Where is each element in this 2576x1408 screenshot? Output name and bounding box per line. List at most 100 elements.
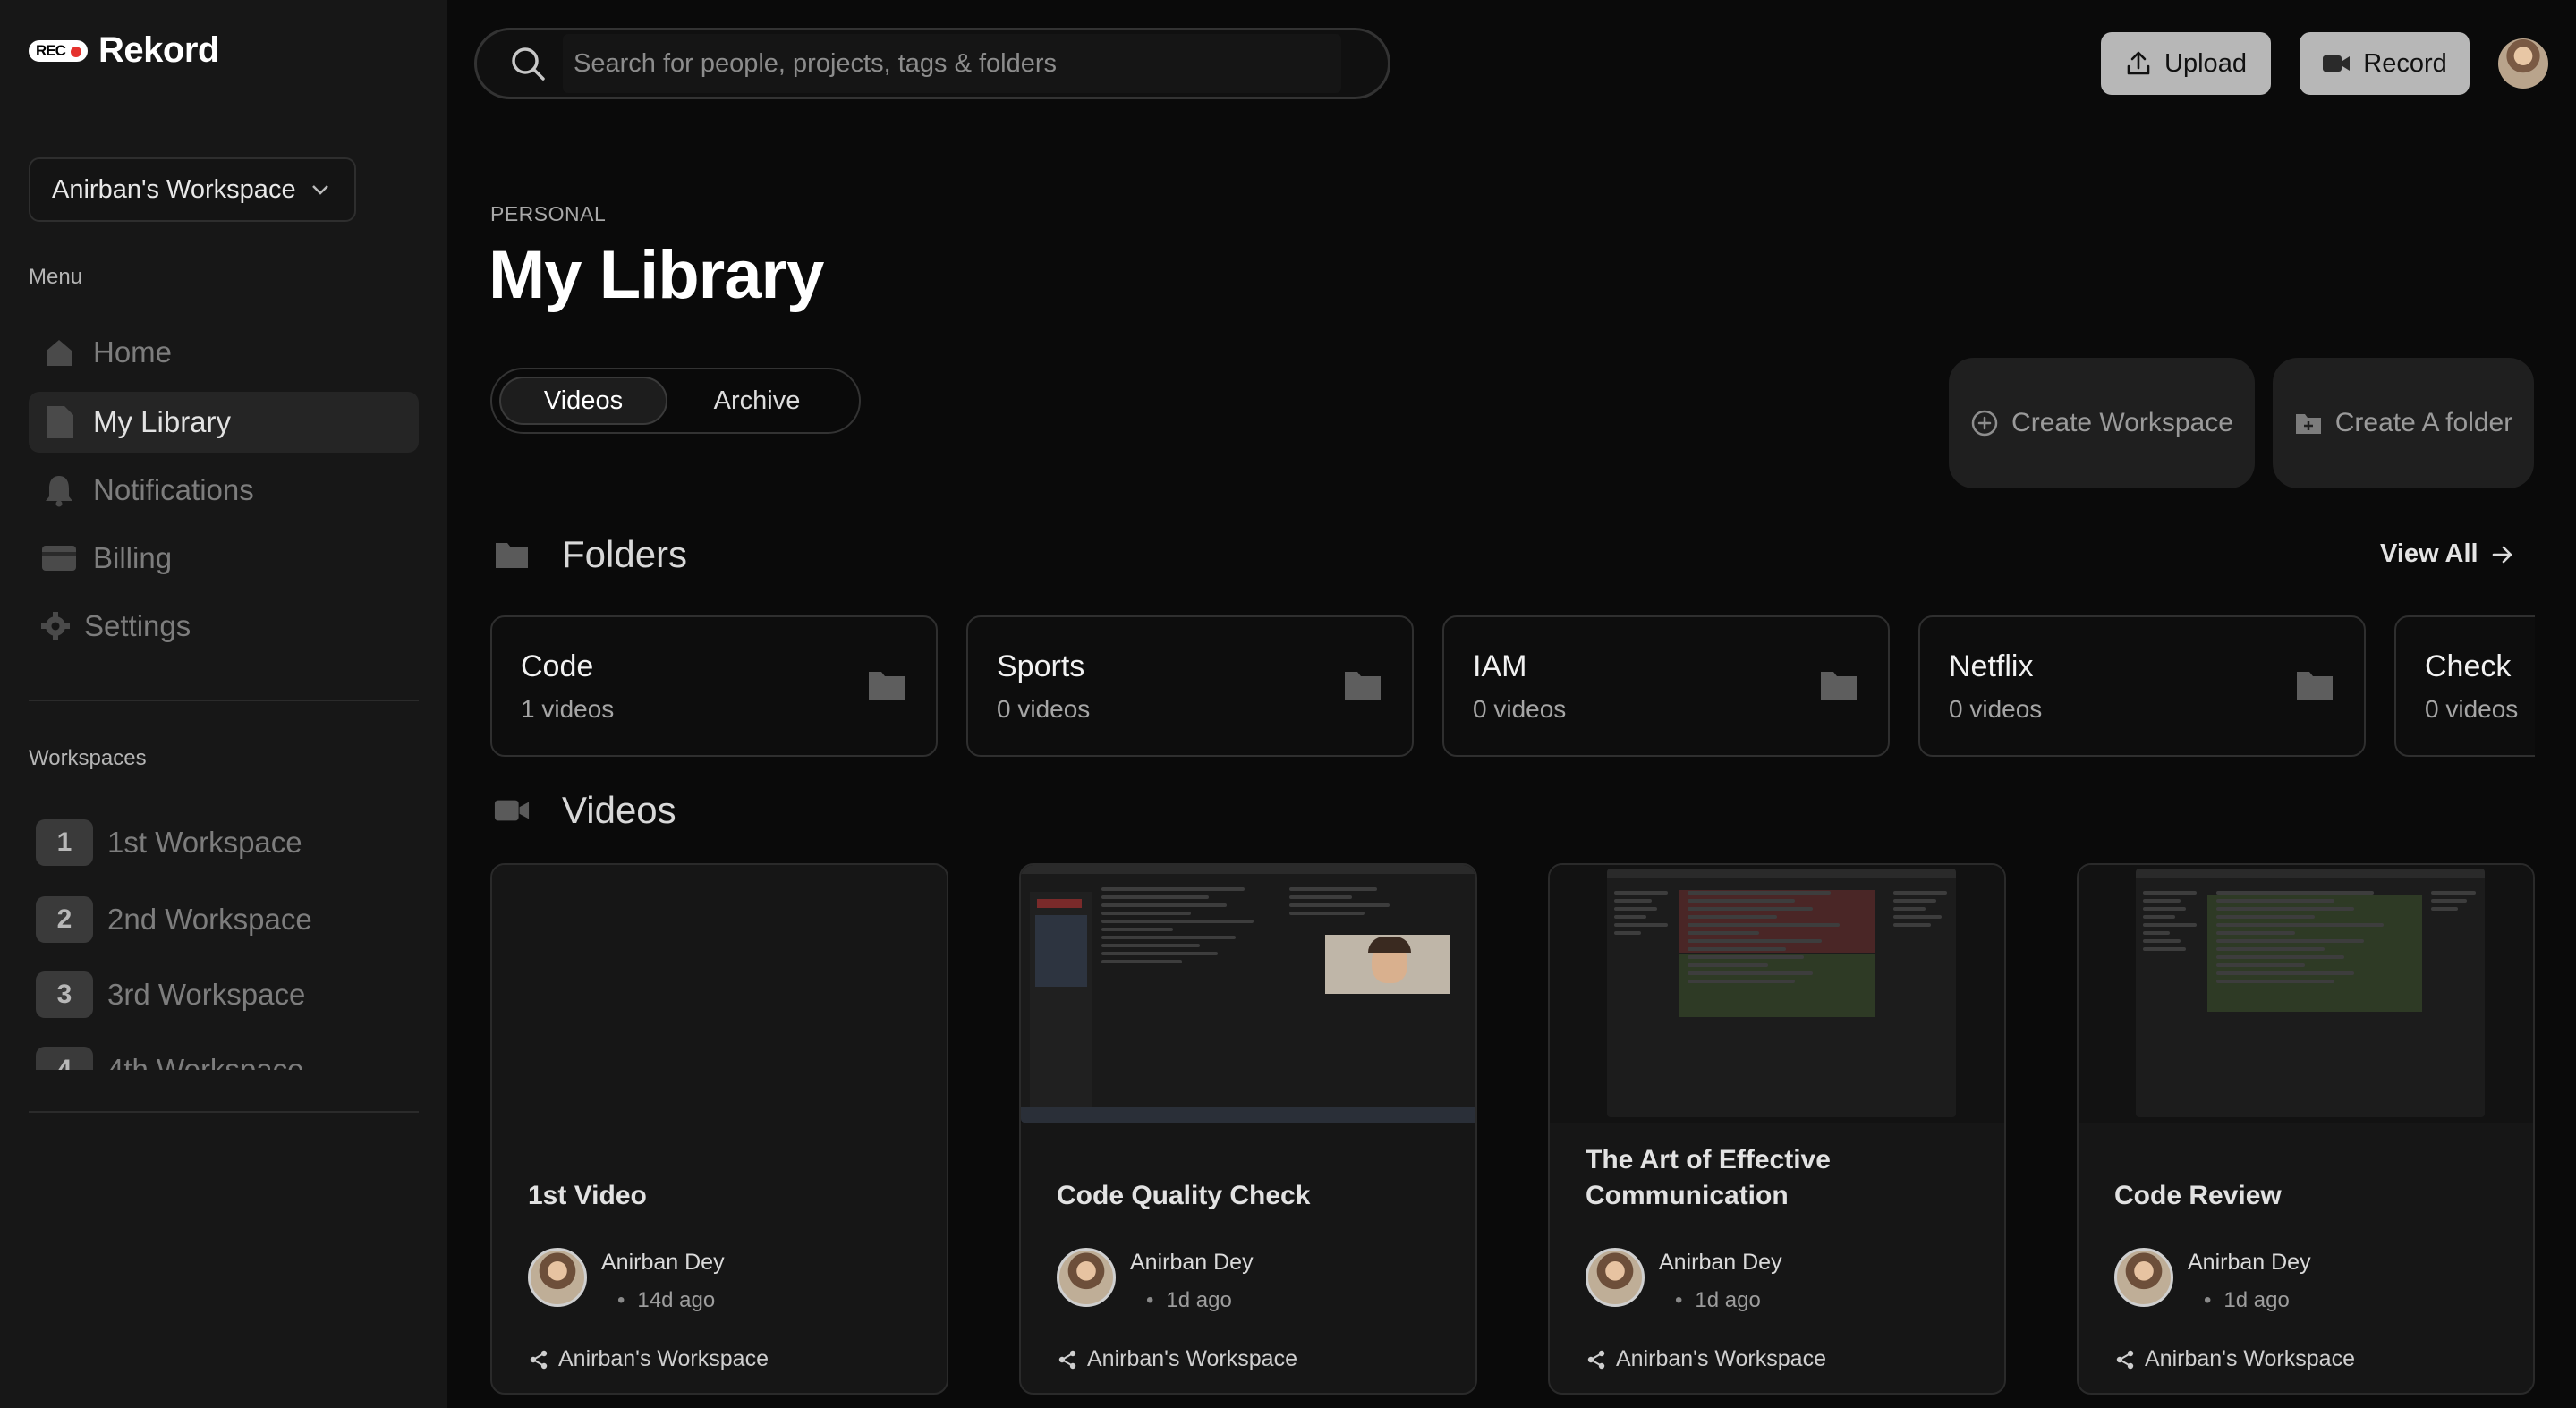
workspaces-scroll-area[interactable]: 4 4th Workspace — [0, 1038, 447, 1070]
arrow-right-icon — [2492, 546, 2512, 563]
workspace-label: 1st Workspace — [107, 826, 302, 859]
sidebar-item-settings[interactable]: Settings — [29, 596, 419, 657]
workspace-name: Anirban's Workspace — [2145, 1346, 2355, 1371]
video-author: Anirban Dey 1d ago — [1586, 1248, 1782, 1313]
folder-card[interactable]: IAM 0 videos — [1442, 615, 1890, 757]
share-icon — [530, 1350, 548, 1369]
card-icon — [41, 540, 77, 576]
video-thumbnail[interactable] — [1550, 865, 2004, 1123]
create-folder-label: Create A folder — [2334, 408, 2513, 437]
sidebar-divider — [29, 700, 419, 701]
sidebar-item-label: Home — [93, 335, 173, 369]
author-name: Anirban Dey — [1659, 1250, 1782, 1275]
video-workspace: Anirban's Workspace — [1586, 1346, 1826, 1372]
workspace-number: 1 — [36, 819, 93, 866]
folder-card[interactable]: Code 1 videos — [490, 615, 938, 757]
user-avatar[interactable] — [2498, 38, 2548, 89]
sidebar-item-home[interactable]: Home — [29, 322, 419, 383]
video-thumbnail[interactable] — [2079, 865, 2533, 1123]
sidebar-divider — [29, 1111, 419, 1113]
video-title: 1st Video — [528, 1181, 647, 1210]
folder-plus-icon — [2295, 414, 2321, 434]
workspace-number: 4 — [36, 1047, 93, 1070]
sidebar: REC Rekord Anirban's Workspace Menu Home… — [0, 0, 447, 1408]
workspace-name: Anirban's Workspace — [1087, 1346, 1297, 1371]
sidebar-item-billing[interactable]: Billing — [29, 528, 419, 589]
videos-heading-label: Videos — [562, 789, 676, 831]
author-name: Anirban Dey — [1130, 1250, 1254, 1275]
folders-heading-label: Folders — [562, 533, 688, 575]
workspace-number: 3 — [36, 971, 93, 1018]
home-icon — [41, 335, 77, 370]
video-title: The Art of Effective Communication — [1586, 1145, 1831, 1210]
video-title: Code Quality Check — [1057, 1181, 1311, 1210]
tab-videos[interactable]: Videos — [499, 377, 667, 425]
video-timestamp: 14d ago — [617, 1288, 725, 1313]
video-card[interactable]: 1st Video Anirban Dey 14d ago Anirban's … — [490, 863, 948, 1395]
video-timestamp: 1d ago — [2204, 1288, 2311, 1313]
folder-card[interactable]: Sports 0 videos — [966, 615, 1414, 757]
sidebar-workspace-3[interactable]: 3 3rd Workspace — [36, 971, 305, 1018]
create-folder-button[interactable]: Create A folder — [2273, 358, 2534, 488]
video-thumbnail[interactable] — [1021, 865, 1475, 1123]
sidebar-item-label: Settings — [84, 609, 191, 642]
video-card[interactable]: Code Review Anirban Dey 1d ago Anirban's… — [2077, 863, 2535, 1395]
video-thumbnail[interactable] — [492, 865, 947, 1123]
folder-icon — [2297, 672, 2333, 700]
video-card[interactable]: The Art of Effective Communication Anirb… — [1548, 863, 2006, 1395]
page-eyebrow: PERSONAL — [490, 202, 607, 225]
workspace-selector-label: Anirban's Workspace — [52, 174, 296, 204]
app-logo[interactable]: REC Rekord — [29, 30, 219, 71]
folder-icon — [1821, 672, 1857, 700]
workspace-name: Anirban's Workspace — [558, 1346, 769, 1371]
gear-icon — [38, 608, 73, 644]
folder-icon — [494, 537, 530, 573]
videos-heading: Videos — [494, 789, 676, 832]
workspace-selector[interactable]: Anirban's Workspace — [29, 157, 356, 222]
avatar — [1057, 1248, 1116, 1307]
video-card[interactable]: Code Quality Check Anirban Dey 1d ago An… — [1019, 863, 1477, 1395]
record-button[interactable]: Record — [2300, 32, 2470, 95]
sidebar-workspace-4[interactable]: 4 4th Workspace — [36, 1047, 304, 1070]
avatar — [528, 1248, 587, 1307]
video-author: Anirban Dey 1d ago — [1057, 1248, 1254, 1313]
sidebar-item-notifications[interactable]: Notifications — [29, 460, 419, 521]
folder-card[interactable]: Netflix 0 videos — [1918, 615, 2366, 757]
rec-badge-icon: REC — [29, 39, 88, 62]
video-author: Anirban Dey 1d ago — [2114, 1248, 2311, 1313]
tab-archive[interactable]: Archive — [667, 377, 846, 425]
upload-label: Upload — [2164, 48, 2247, 78]
workspace-label: 4th Workspace — [107, 1053, 304, 1070]
video-workspace: Anirban's Workspace — [528, 1346, 769, 1372]
upload-icon — [2127, 51, 2150, 75]
create-workspace-label: Create Workspace — [2011, 408, 2233, 437]
video-camera-icon — [2323, 55, 2351, 72]
sidebar-workspace-1[interactable]: 1 1st Workspace — [36, 819, 302, 866]
share-icon — [1058, 1350, 1076, 1369]
sidebar-item-label: Notifications — [93, 473, 254, 506]
view-all-link[interactable]: View All — [2380, 539, 2514, 569]
search-input[interactable] — [574, 48, 1341, 79]
share-icon — [2116, 1350, 2134, 1369]
app-name: Rekord — [98, 30, 219, 70]
record-label: Record — [2363, 48, 2447, 78]
create-workspace-button[interactable]: Create Workspace — [1949, 358, 2255, 488]
sidebar-item-my-library[interactable]: My Library — [29, 392, 419, 453]
video-camera-icon — [494, 793, 530, 828]
folder-card[interactable]: Check 0 videos — [2394, 615, 2535, 757]
chevron-down-icon — [311, 185, 328, 195]
video-timestamp: 1d ago — [1146, 1288, 1254, 1313]
rec-badge-text: REC — [36, 41, 66, 59]
video-timestamp: 1d ago — [1675, 1288, 1782, 1313]
upload-button[interactable]: Upload — [2101, 32, 2271, 95]
workspace-label: 3rd Workspace — [107, 978, 306, 1011]
workspace-label: 2nd Workspace — [107, 903, 312, 936]
sidebar-workspace-2[interactable]: 2 2nd Workspace — [36, 896, 312, 943]
folders-heading: Folders — [494, 533, 687, 576]
author-name: Anirban Dey — [2188, 1250, 2311, 1275]
plus-circle-icon — [1971, 410, 1998, 437]
search-bar[interactable] — [474, 28, 1390, 99]
folder-icon — [1345, 672, 1381, 700]
folder-icon — [869, 672, 905, 700]
folder-count: 0 videos — [2425, 695, 2519, 723]
